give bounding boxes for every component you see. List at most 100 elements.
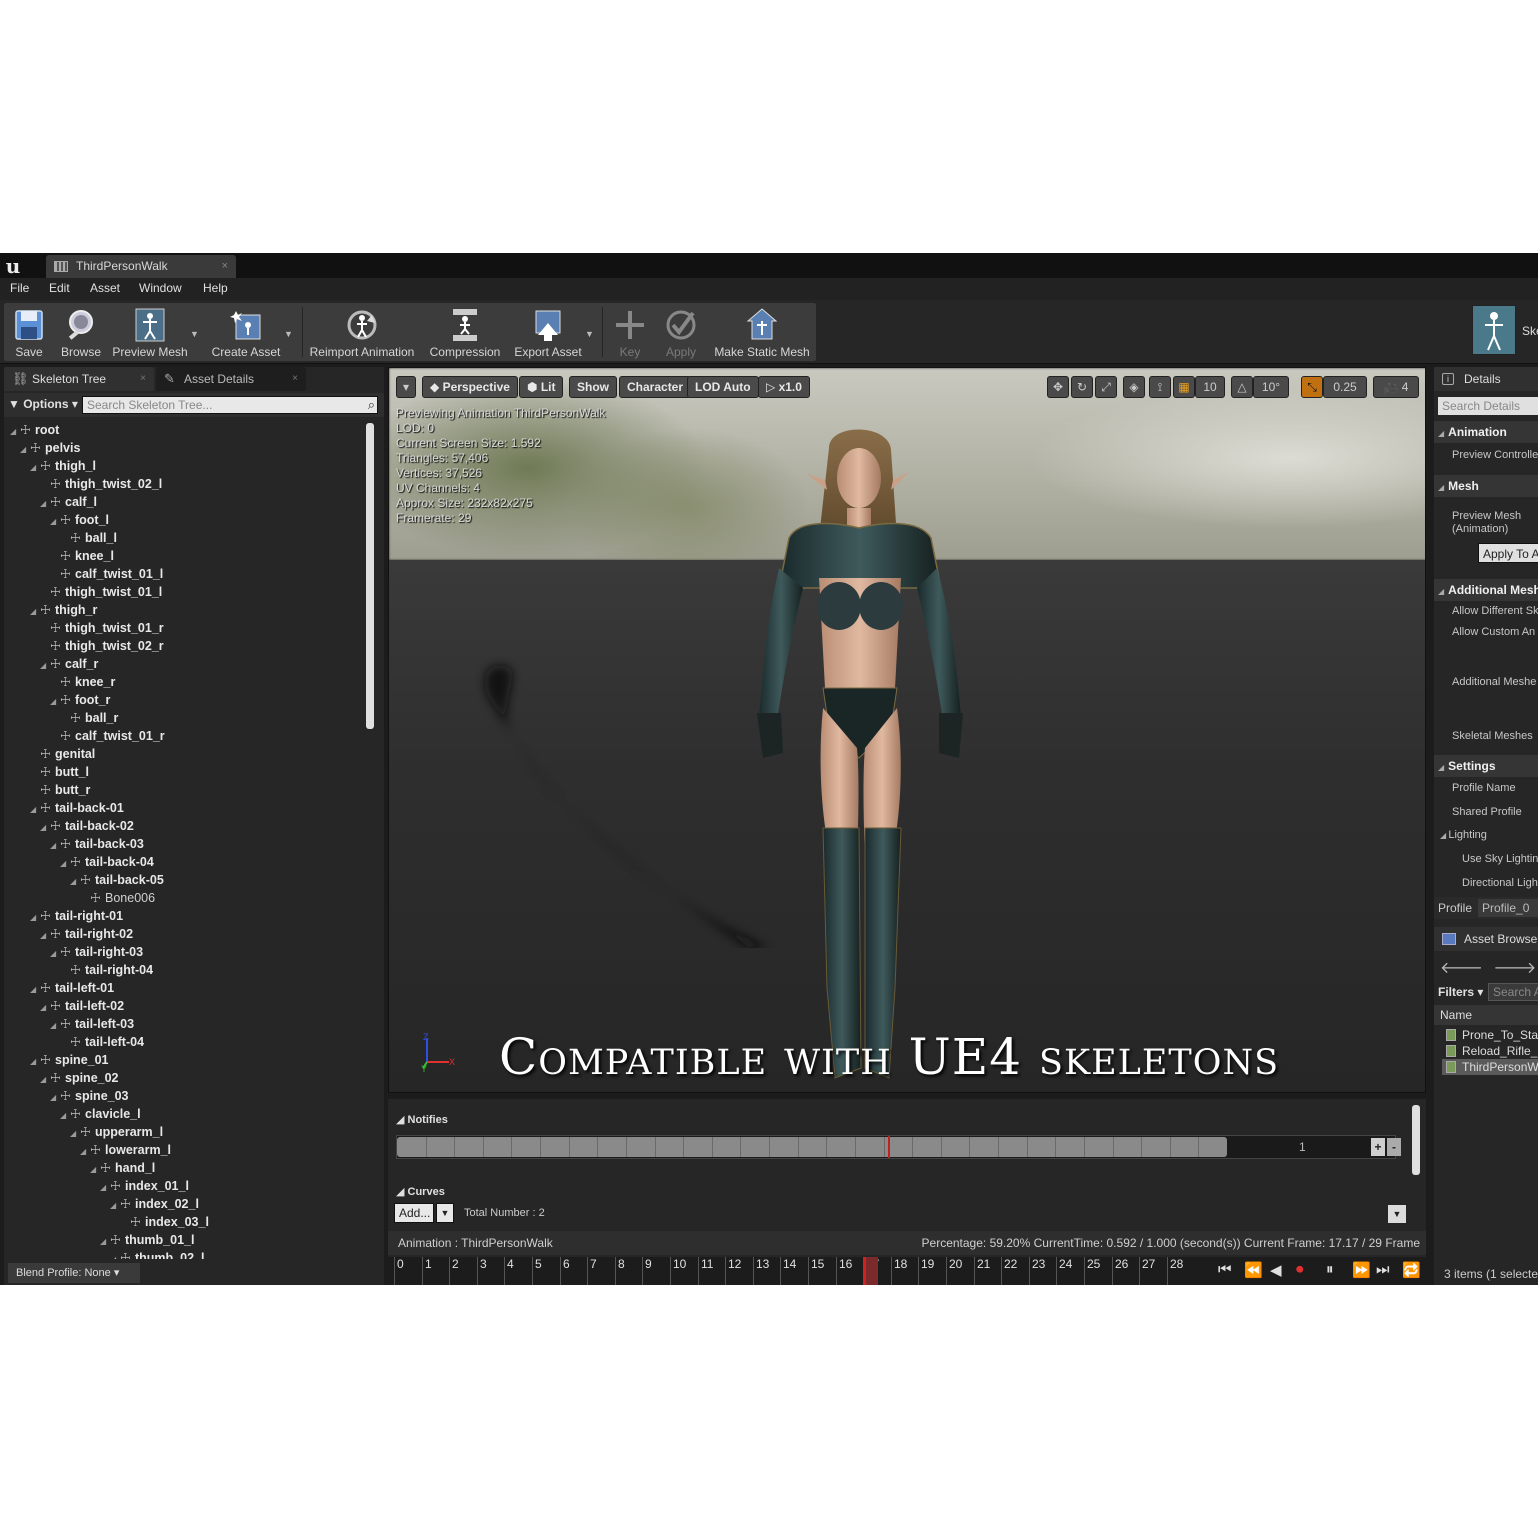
filters-button[interactable]: Filters ▾ xyxy=(1438,985,1483,999)
expand-arrow-icon[interactable]: ◢ xyxy=(50,513,60,531)
preview-mesh-dropdown-icon[interactable]: ▼ xyxy=(190,329,199,339)
bone-row[interactable]: ◢ ☩ foot_r xyxy=(50,691,110,709)
bone-row[interactable]: ◢ ☩ pelvis xyxy=(20,439,80,457)
export-asset-dropdown-icon[interactable]: ▼ xyxy=(585,329,594,339)
frame-playhead[interactable] xyxy=(864,1257,878,1285)
skeleton-thumbnail[interactable] xyxy=(1472,305,1516,355)
expand-arrow-icon[interactable]: ◢ xyxy=(40,999,50,1017)
options-button[interactable]: ▼ Options ▾ xyxy=(8,397,78,411)
bone-row[interactable]: ◢ ☩ tail-left-03 xyxy=(50,1015,134,1033)
rotate-icon[interactable]: ↻ xyxy=(1071,376,1093,398)
preview-viewport[interactable]: ▾ ◆ Perspective ⬢ Lit Show Character LOD… xyxy=(388,367,1426,1093)
menu-window[interactable]: Window xyxy=(139,281,182,295)
name-column-header[interactable]: Name xyxy=(1434,1005,1538,1025)
document-tab[interactable]: ThirdPersonWalk × xyxy=(46,255,236,278)
expand-arrow-icon[interactable]: ◢ xyxy=(50,837,60,855)
skeleton-tab-label[interactable]: Ske xyxy=(1522,324,1538,338)
perspective-button[interactable]: ◆ Perspective xyxy=(422,376,518,398)
bone-row[interactable]: ◢ ☩ tail-left-01 xyxy=(30,979,114,997)
bone-row[interactable]: ◢ ☩ spine_02 xyxy=(40,1069,119,1087)
bone-row[interactable]: ☩ butt_l xyxy=(30,763,89,781)
expand-arrow-icon[interactable]: ◢ xyxy=(50,1089,60,1107)
expand-arrow-icon[interactable]: ◢ xyxy=(30,981,40,999)
skip-to-end-icon[interactable]: ⏭ xyxy=(1376,1261,1390,1278)
bone-row[interactable]: ☩ index_03_l xyxy=(120,1213,209,1231)
scale-icon[interactable]: ⤢ xyxy=(1095,376,1117,398)
scale-snap-icon[interactable]: ⤡ xyxy=(1301,376,1323,398)
asset-list-item[interactable]: Reload_Rifle_I xyxy=(1442,1043,1538,1059)
bone-row[interactable]: ◢ ☩ tail-back-01 xyxy=(30,799,124,817)
category-additional-meshes[interactable]: ◢ Additional Mesh xyxy=(1434,579,1538,601)
add-curve-button[interactable]: Add... xyxy=(394,1203,434,1223)
bone-row[interactable]: ◢ ☩ thigh_l xyxy=(30,457,96,475)
character-button[interactable]: Character xyxy=(619,376,692,398)
make-static-mesh-button[interactable]: Make Static Mesh xyxy=(710,303,814,361)
category-settings[interactable]: ◢ Settings xyxy=(1434,755,1538,777)
frame-scrubber[interactable]: 0123456789101112131415161718192021222324… xyxy=(388,1257,1426,1285)
grid-snap-icon[interactable]: ▦ xyxy=(1173,376,1195,398)
expand-arrow-icon[interactable]: ◢ xyxy=(100,1233,110,1251)
bone-row[interactable]: ◢ ☩ lowerarm_l xyxy=(80,1141,171,1159)
expand-arrow-icon[interactable]: ◢ xyxy=(80,1143,90,1161)
bone-row[interactable]: ☩ butt_r xyxy=(30,781,90,799)
add-track-button[interactable]: + xyxy=(1371,1138,1385,1156)
play-rate-button[interactable]: ▷ x1.0 xyxy=(758,376,810,398)
expand-arrow-icon[interactable]: ◢ xyxy=(30,801,40,819)
tab-asset-details[interactable]: ✎ Asset Details × xyxy=(156,367,306,391)
camera-speed-button[interactable]: 🎥 4 xyxy=(1373,376,1419,398)
tree-scrollbar[interactable] xyxy=(366,423,374,729)
bone-row[interactable]: ◢ ☩ clavicle_l xyxy=(60,1105,141,1123)
bone-row[interactable]: ◢☩ thumb_02_l xyxy=(110,1249,204,1259)
menu-edit[interactable]: Edit xyxy=(49,281,70,295)
remove-track-button[interactable]: - xyxy=(1387,1138,1401,1156)
viewport-options-dropdown[interactable]: ▾ xyxy=(396,376,416,398)
bone-row[interactable]: ◢ ☩ spine_01 xyxy=(30,1051,109,1069)
expand-arrow-icon[interactable]: ◢ xyxy=(40,495,50,513)
step-back-icon[interactable]: ⏪ xyxy=(1244,1261,1263,1279)
scale-snap-value[interactable]: 0.25 xyxy=(1323,376,1367,398)
expand-arrow-icon[interactable]: ◢ xyxy=(30,909,40,927)
details-search-input[interactable]: Search Details xyxy=(1438,397,1538,415)
step-forward-icon[interactable]: ⏩ xyxy=(1352,1261,1371,1279)
bone-row[interactable]: ◢ ☩ calf_l xyxy=(40,493,97,511)
bone-row[interactable]: ☩ thigh_twist_02_l xyxy=(40,475,162,493)
apply-to-asset-button[interactable]: Apply To A xyxy=(1478,543,1538,563)
expand-arrow-icon[interactable]: ◢ xyxy=(40,819,50,837)
bone-row[interactable]: ☩ thigh_twist_02_r xyxy=(40,637,164,655)
menu-asset[interactable]: Asset xyxy=(90,281,120,295)
bone-row[interactable]: ☩ calf_twist_01_l xyxy=(50,565,163,583)
close-icon[interactable]: × xyxy=(222,255,228,277)
bone-row[interactable]: ☩ thigh_twist_01_r xyxy=(40,619,164,637)
bone-row[interactable]: ◢ ☩ thumb_01_l xyxy=(100,1231,194,1249)
bone-row[interactable]: ◢ ☩ upperarm_l xyxy=(70,1123,163,1141)
rotation-snap-value[interactable]: 10° xyxy=(1253,376,1289,398)
bone-row[interactable]: ◢ ☩ tail-back-04 xyxy=(60,853,154,871)
tab-details[interactable]: i Details xyxy=(1434,367,1538,391)
surface-snap-icon[interactable]: ⟟ xyxy=(1149,376,1171,398)
expand-arrow-icon[interactable]: ◢ xyxy=(110,1251,120,1259)
bone-row[interactable]: ☩ tail-right-04 xyxy=(60,961,153,979)
lighting-subcategory[interactable]: ◢ Lighting xyxy=(1440,829,1487,841)
create-asset-button[interactable]: Create Asset xyxy=(206,303,286,361)
menu-file[interactable]: File xyxy=(10,281,29,295)
expand-arrow-icon[interactable]: ◢ xyxy=(50,945,60,963)
blend-profile-dropdown[interactable]: Blend Profile: None ▾ xyxy=(8,1263,140,1283)
tab-asset-browser[interactable]: Asset Browse xyxy=(1434,927,1538,951)
pause-icon[interactable]: ⏸ xyxy=(1326,1261,1334,1278)
rotation-snap-icon[interactable]: △ xyxy=(1231,376,1253,398)
expand-arrow-icon[interactable]: ◢ xyxy=(100,1179,110,1197)
bone-row[interactable]: ◢ ☩ hand_l xyxy=(90,1159,155,1177)
bone-row[interactable]: ◢ ☩ spine_03 xyxy=(50,1087,129,1105)
bone-row[interactable]: ☩ knee_l xyxy=(50,547,114,565)
expand-arrow-icon[interactable]: ◢ xyxy=(20,441,30,459)
lit-button[interactable]: ⬢ Lit xyxy=(519,376,564,398)
search-icon[interactable]: ⌕ xyxy=(368,397,375,413)
expand-arrow-icon[interactable]: ◢ xyxy=(50,693,60,711)
preview-mesh-button[interactable]: Preview Mesh xyxy=(110,303,190,361)
world-local-icon[interactable]: ◈ xyxy=(1123,376,1145,398)
reimport-animation-button[interactable]: Reimport Animation xyxy=(306,303,418,361)
bone-row[interactable]: ◢ ☩ index_02_l xyxy=(110,1195,199,1213)
expand-arrow-icon[interactable]: ◢ xyxy=(60,855,70,873)
loop-icon[interactable]: 🔁 xyxy=(1402,1261,1421,1279)
compression-button[interactable]: Compression xyxy=(426,303,504,361)
